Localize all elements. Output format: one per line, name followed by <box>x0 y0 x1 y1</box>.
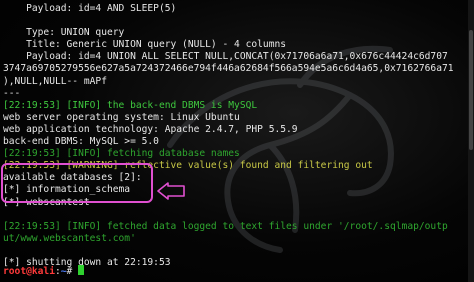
terminal-line: [22:19:53] [INFO] fetching database name… <box>3 148 240 160</box>
terminal-line: Type: UNION query <box>3 27 125 39</box>
prompt-user-host: root@kali <box>3 266 55 277</box>
highlight-box <box>1 163 153 203</box>
text-cursor <box>78 265 85 275</box>
terminal-line: web server operating system: Linux Ubunt… <box>3 111 240 123</box>
left-arrow-icon <box>157 182 185 200</box>
terminal-line: ut/www.webscantest.com' <box>3 232 136 244</box>
terminal-line: 3747a69705279556e627a5a724372466e794f446… <box>3 63 454 75</box>
terminal-line: [22:19:53] [INFO] the back-end DBMS is M… <box>3 99 258 111</box>
terminal-line: Payload: id=4 UNION ALL SELECT NULL,CONC… <box>3 51 448 63</box>
terminal-line: Title: Generic UNION query (NULL) - 4 co… <box>3 39 287 51</box>
prompt-symbol: # <box>66 266 79 277</box>
terminal-line: ),NULL,NULL-- mAPf <box>3 75 107 87</box>
terminal-window[interactable]: Payload: id=4 AND SLEEP(5) Type: UNION q… <box>0 0 474 282</box>
command-prompt[interactable]: root@kali:~# <box>3 265 85 278</box>
terminal-line: Payload: id=4 AND SLEEP(5) <box>3 3 177 14</box>
terminal-output: Payload: id=4 AND SLEEP(5) Type: UNION q… <box>3 3 469 281</box>
scrollbar-thumb[interactable] <box>469 30 473 150</box>
terminal-line: --- <box>3 87 21 99</box>
terminal-line: back-end DBMS: MySQL >= 5.0 <box>3 136 159 148</box>
terminal-line: [22:19:53] [INFO] fetched data logged to… <box>3 220 448 232</box>
terminal-line: web application technology: Apache 2.4.7… <box>3 123 298 135</box>
scrollbar[interactable] <box>468 0 474 282</box>
